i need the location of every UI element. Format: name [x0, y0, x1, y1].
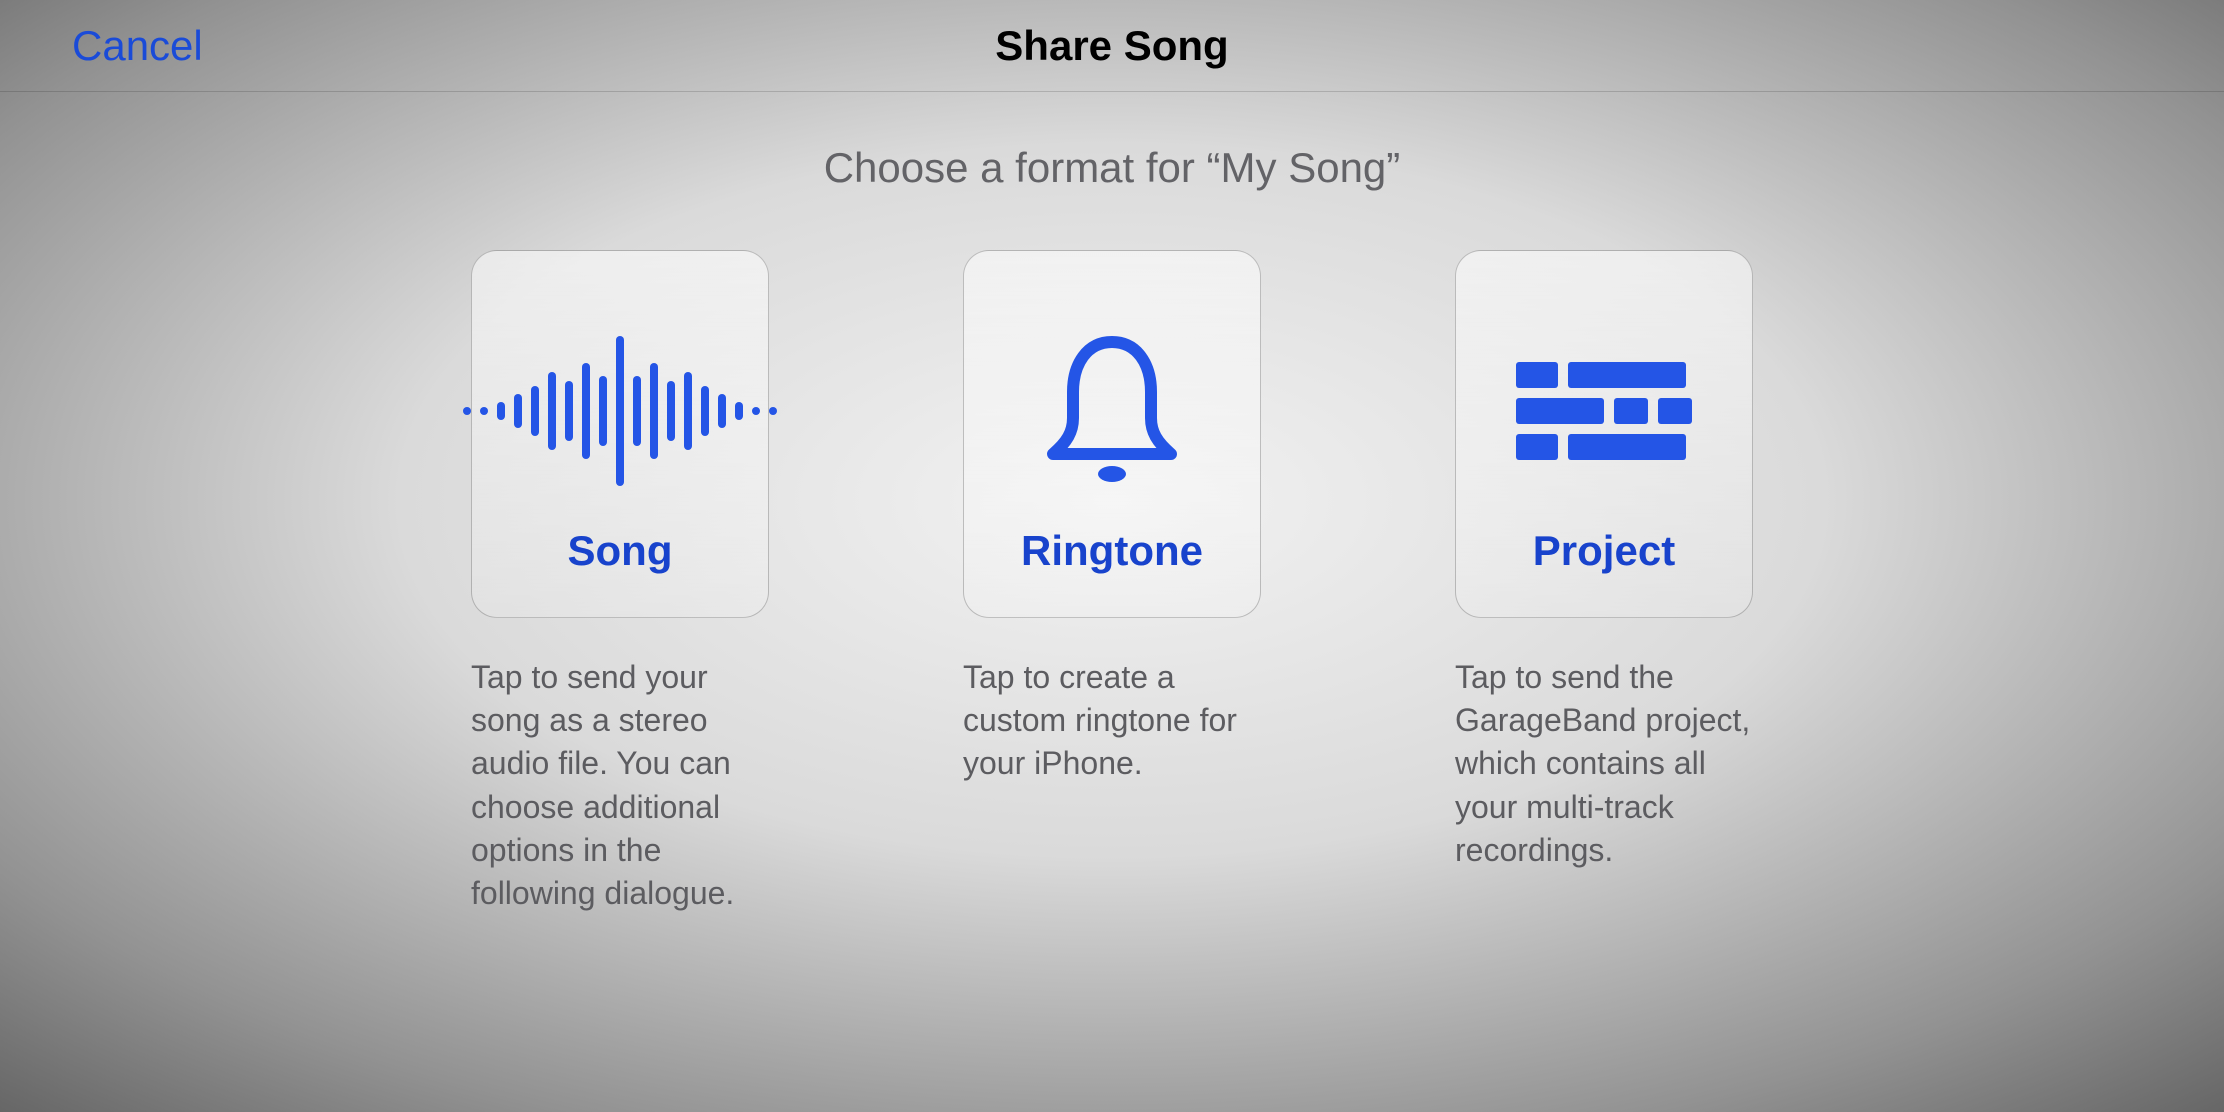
option-project: Project Tap to send the GarageBand proje… [1455, 250, 1753, 915]
project-description: Tap to send the GarageBand project, whic… [1455, 656, 1753, 872]
song-label: Song [568, 527, 673, 575]
navigation-bar: Cancel Share Song [0, 0, 2224, 92]
tracks-icon [1456, 321, 1752, 501]
waveform-icon [472, 321, 768, 501]
ringtone-description: Tap to create a custom ringtone for your… [963, 656, 1261, 786]
project-label: Project [1533, 527, 1675, 575]
option-ringtone: Ringtone Tap to create a custom ringtone… [963, 250, 1261, 915]
song-card[interactable]: Song [471, 250, 769, 618]
cancel-button[interactable]: Cancel [72, 0, 203, 92]
ringtone-label: Ringtone [1021, 527, 1203, 575]
project-card[interactable]: Project [1455, 250, 1753, 618]
ringtone-card[interactable]: Ringtone [963, 250, 1261, 618]
page-title: Share Song [995, 22, 1228, 70]
format-options: Song Tap to send your song as a stereo a… [0, 250, 2224, 915]
bell-icon [964, 321, 1260, 501]
subtitle-text: Choose a format for “My Song” [0, 144, 2224, 192]
song-description: Tap to send your song as a stereo audio … [471, 656, 769, 915]
option-song: Song Tap to send your song as a stereo a… [471, 250, 769, 915]
